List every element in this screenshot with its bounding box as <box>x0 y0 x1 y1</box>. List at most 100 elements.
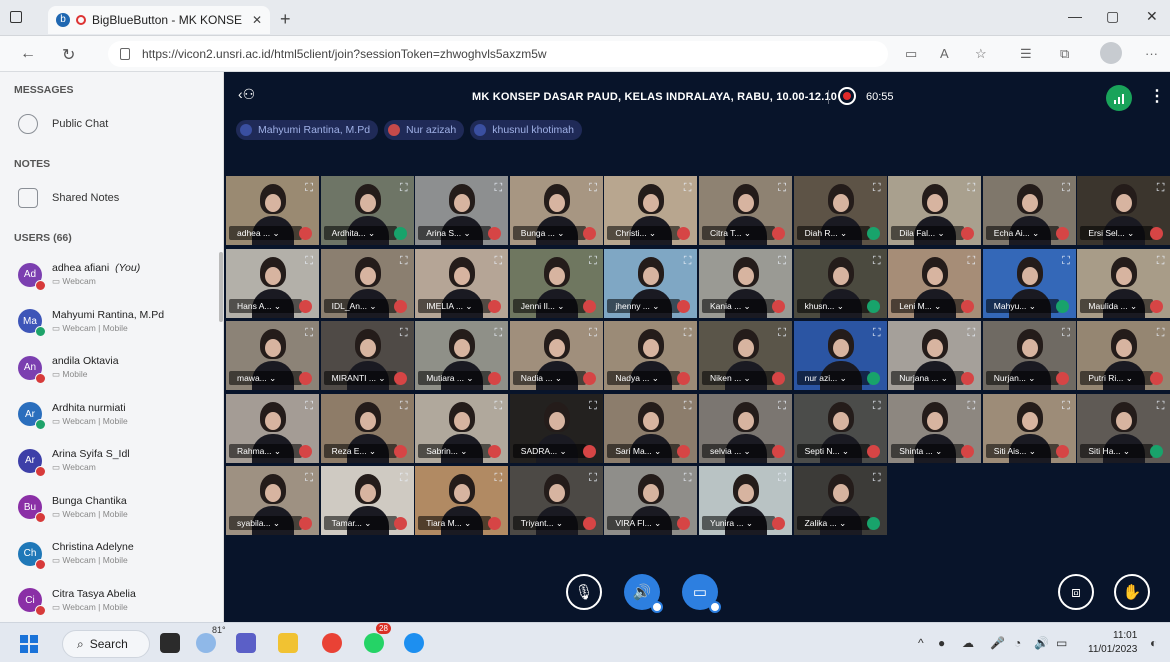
fullscreen-icon[interactable]: ⛶ <box>494 255 502 268</box>
video-label[interactable]: SADRA... ⌄ <box>512 443 586 458</box>
raise-hand-button[interactable]: ✋ <box>1114 574 1150 610</box>
restore-icon[interactable]: ▢ <box>1106 8 1119 25</box>
video-label[interactable]: jhenny ... ⌄ <box>607 298 681 313</box>
video-tile[interactable]: ⛶ Nurjana ... ⌄ <box>888 321 982 391</box>
camera-button[interactable]: ▭ <box>682 574 721 613</box>
video-tile[interactable]: ⛶ Zalika ... ⌄ <box>793 466 887 536</box>
fullscreen-icon[interactable]: ⛶ <box>400 327 408 340</box>
video-label[interactable]: Sabrin... ⌄ <box>418 443 492 458</box>
fullscreen-icon[interactable]: ⛶ <box>684 255 692 268</box>
fullscreen-icon[interactable]: ⛶ <box>400 400 408 413</box>
video-tile[interactable]: ⛶ Sari Ma... ⌄ <box>604 393 698 463</box>
video-label[interactable]: Zalika ... ⌄ <box>796 516 870 531</box>
video-tile[interactable]: ⛶ nur azi... ⌄ <box>793 321 887 391</box>
fullscreen-icon[interactable]: ⛶ <box>400 255 408 268</box>
fullscreen-icon[interactable]: ⛶ <box>684 327 692 340</box>
video-label[interactable]: Ersi Sel... ⌄ <box>1080 226 1154 240</box>
video-label[interactable]: Nurjana ... ⌄ <box>891 371 965 386</box>
video-label[interactable]: Nadya ... ⌄ <box>607 371 681 386</box>
video-tile[interactable]: ⛶ VIRA FI... ⌄ <box>604 466 698 536</box>
camera-permission-icon[interactable]: ▭ <box>905 46 917 62</box>
video-label[interactable]: Siti Ha... ⌄ <box>1080 443 1154 458</box>
fullscreen-icon[interactable]: ⛶ <box>1062 182 1070 195</box>
fullscreen-icon[interactable]: ⛶ <box>1157 182 1165 195</box>
camera-options-icon[interactable] <box>709 601 721 613</box>
video-tile[interactable]: ⛶ Christi... ⌄ <box>604 176 698 245</box>
fullscreen-icon[interactable]: ⛶ <box>589 327 597 340</box>
fullscreen-icon[interactable]: ⛶ <box>305 472 313 485</box>
fullscreen-icon[interactable]: ⛶ <box>494 327 502 340</box>
video-tile[interactable]: ⛶ Siti Ha... ⌄ <box>1077 393 1170 463</box>
video-tile[interactable]: ⛶ Nadia ... ⌄ <box>509 321 603 391</box>
recording-icon[interactable] <box>838 87 856 105</box>
profile-avatar[interactable] <box>1100 42 1122 64</box>
video-tile[interactable]: ⛶ Niken ... ⌄ <box>699 321 792 391</box>
video-tile[interactable]: ⛶ selvia ... ⌄ <box>699 393 792 463</box>
video-label[interactable]: Maulida ... ⌄ <box>1080 298 1154 313</box>
video-label[interactable]: VIRA FI... ⌄ <box>607 516 681 531</box>
video-label[interactable]: nur azi... ⌄ <box>796 371 870 386</box>
video-label[interactable]: Mahyu... ⌄ <box>985 298 1059 313</box>
video-label[interactable]: Septi N... ⌄ <box>796 443 870 458</box>
video-label[interactable]: Tamar... ⌄ <box>323 516 397 531</box>
video-tile[interactable]: ⛶ adhea ... ⌄ <box>226 176 319 245</box>
user-list-item[interactable]: Ar Ardhita nurmiati ▭ Webcam | Mobile <box>18 402 129 430</box>
public-chat-item[interactable]: Public Chat <box>18 114 108 134</box>
close-tab-icon[interactable]: ✕ <box>252 13 262 27</box>
video-tile[interactable]: ⛶ Mutiara ... ⌄ <box>415 321 509 391</box>
video-tile[interactable]: ⛶ Tiara M... ⌄ <box>415 466 509 536</box>
video-label[interactable]: Citra T... ⌄ <box>702 226 775 240</box>
audio-button[interactable]: 🔊 <box>624 574 663 613</box>
user-list-item[interactable]: An andila Oktavia ▭ Mobile <box>18 355 122 384</box>
sidebar-scrollbar[interactable] <box>219 252 223 322</box>
video-tile[interactable]: ⛶ Kania ... ⌄ <box>699 248 792 318</box>
shared-notes-item[interactable]: Shared Notes <box>18 188 119 208</box>
video-label[interactable]: Triyant... ⌄ <box>512 516 586 531</box>
video-label[interactable]: Nadia ... ⌄ <box>512 371 586 386</box>
video-label[interactable]: Jenni Il... ⌄ <box>512 298 586 313</box>
options-menu-icon[interactable]: ⋮ <box>1149 86 1165 106</box>
url-bar[interactable]: https://vicon2.unsri.ac.id/html5client/j… <box>108 41 888 67</box>
volume-icon[interactable]: 🔊 <box>1034 636 1049 650</box>
minimize-icon[interactable]: — <box>1068 8 1082 24</box>
video-label[interactable]: Shinta ... ⌄ <box>891 443 965 458</box>
show-hidden-icons-icon[interactable]: ^ <box>918 636 924 650</box>
video-label[interactable]: Mutiara ... ⌄ <box>418 371 492 386</box>
audio-options-icon[interactable] <box>651 601 663 613</box>
fullscreen-icon[interactable]: ⛶ <box>873 327 881 340</box>
edge-icon[interactable] <box>404 633 424 653</box>
connection-status-icon[interactable] <box>1106 85 1132 111</box>
fullscreen-icon[interactable]: ⛶ <box>589 400 597 413</box>
video-tile[interactable]: ⛶ Yunira ... ⌄ <box>699 466 792 536</box>
video-label[interactable]: Dila Fal... ⌄ <box>891 226 965 240</box>
fullscreen-icon[interactable]: ⛶ <box>589 182 597 195</box>
video-tile[interactable]: ⛶ Putri Ri... ⌄ <box>1077 321 1170 391</box>
weather-icon[interactable] <box>196 633 216 653</box>
video-tile[interactable]: ⛶ Siti Ais... ⌄ <box>982 393 1076 463</box>
user-list-item[interactable]: Ad adhea afiani (You) ▭ Webcam <box>18 262 140 291</box>
close-window-icon[interactable]: ✕ <box>1146 8 1158 25</box>
fullscreen-icon[interactable]: ⛶ <box>305 400 313 413</box>
mute-microphone-button[interactable]: 🎙 <box>566 574 602 610</box>
video-label[interactable]: selvia ... ⌄ <box>702 443 775 458</box>
video-label[interactable]: Reza E... ⌄ <box>323 443 397 458</box>
video-label[interactable]: Diah R... ⌄ <box>796 226 870 240</box>
video-tile[interactable]: ⛶ Bunga ... ⌄ <box>509 176 603 245</box>
video-tile[interactable]: ⛶ Triyant... ⌄ <box>509 466 603 536</box>
fullscreen-icon[interactable]: ⛶ <box>778 255 786 268</box>
read-aloud-icon[interactable]: A <box>940 46 949 61</box>
clock[interactable]: 11:01 11/01/2023 <box>1088 629 1137 657</box>
video-label[interactable]: Hans A... ⌄ <box>229 298 302 313</box>
user-list-item[interactable]: Ma Mahyumi Rantina, M.Pd ▭ Webcam | Mobi… <box>18 309 167 337</box>
video-label[interactable]: IDL_An... ⌄ <box>323 298 397 313</box>
fullscreen-icon[interactable]: ⛶ <box>778 400 786 413</box>
whatsapp-icon[interactable] <box>364 633 384 653</box>
antivirus-icon[interactable]: ● <box>938 636 945 650</box>
video-label[interactable]: adhea ... ⌄ <box>229 226 302 240</box>
talker-chip[interactable]: khusnul khotimah <box>470 120 582 140</box>
fullscreen-icon[interactable]: ⛶ <box>1157 255 1165 268</box>
fullscreen-icon[interactable]: ⛶ <box>305 255 313 268</box>
video-tile[interactable]: ⛶ mawa... ⌄ <box>226 321 319 391</box>
back-icon[interactable]: ← <box>20 45 36 63</box>
notifications-icon[interactable]: ◐ <box>1150 636 1157 650</box>
